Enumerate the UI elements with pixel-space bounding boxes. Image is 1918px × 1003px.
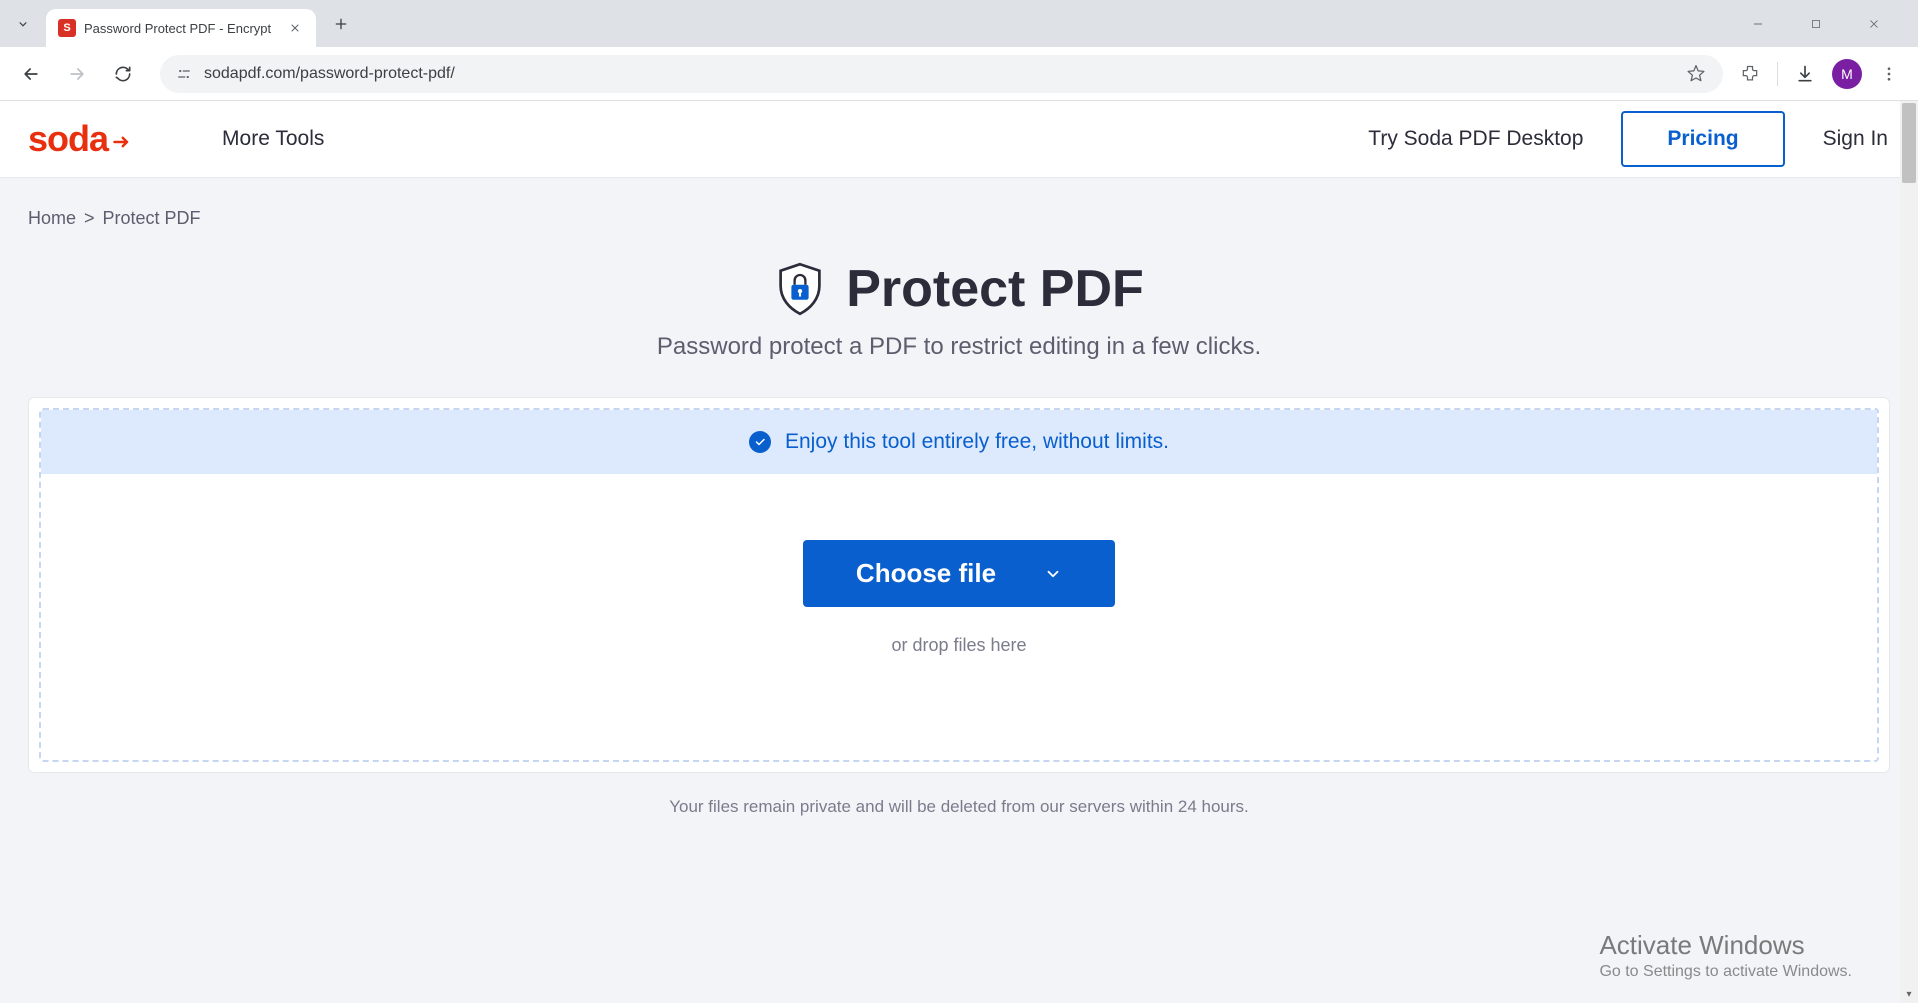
hero-section: Protect PDF Password protect a PDF to re… [28, 259, 1890, 361]
breadcrumb-separator: > [84, 208, 95, 229]
chrome-menu-icon[interactable] [1874, 59, 1904, 89]
page-title: Protect PDF [846, 259, 1144, 319]
breadcrumb-current: Protect PDF [103, 208, 201, 229]
pricing-button[interactable]: Pricing [1621, 111, 1784, 167]
soda-logo[interactable]: soda [28, 118, 134, 160]
privacy-note: Your files remain private and will be de… [28, 797, 1890, 817]
page-subtitle: Password protect a PDF to restrict editi… [28, 333, 1890, 361]
page-body: Home > Protect PDF Protect PDF Password … [0, 178, 1918, 1003]
profile-avatar[interactable]: M [1832, 59, 1862, 89]
watermark-title: Activate Windows [1599, 930, 1852, 961]
watermark-subtitle: Go to Settings to activate Windows. [1599, 963, 1852, 981]
site-settings-icon[interactable] [174, 64, 194, 84]
upload-card: Enjoy this tool entirely free, without l… [28, 397, 1890, 773]
address-bar: sodapdf.com/password-protect-pdf/ M [0, 47, 1918, 101]
forward-button[interactable] [60, 57, 94, 91]
hero-title-row: Protect PDF [28, 259, 1890, 319]
tab-search-dropdown[interactable] [8, 9, 38, 39]
tab-close-button[interactable] [286, 19, 304, 37]
minimize-button[interactable] [1738, 9, 1778, 39]
banner-text: Enjoy this tool entirely free, without l… [785, 430, 1169, 454]
vertical-scrollbar[interactable]: ▾ [1900, 101, 1918, 1003]
back-button[interactable] [14, 57, 48, 91]
maximize-button[interactable] [1796, 9, 1836, 39]
windows-activation-watermark: Activate Windows Go to Settings to activ… [1599, 930, 1852, 981]
scrollbar-down-arrow[interactable]: ▾ [1900, 985, 1918, 1003]
drop-zone[interactable]: Enjoy this tool entirely free, without l… [39, 408, 1879, 762]
breadcrumb: Home > Protect PDF [28, 178, 1890, 229]
tab-favicon: S [58, 19, 76, 37]
url-text: sodapdf.com/password-protect-pdf/ [204, 65, 1673, 83]
browser-tab[interactable]: S Password Protect PDF - Encrypt [46, 9, 316, 47]
choose-file-button[interactable]: Choose file [803, 540, 1115, 607]
downloads-icon[interactable] [1790, 59, 1820, 89]
close-window-button[interactable] [1854, 9, 1894, 39]
browser-chrome: S Password Protect PDF - Encrypt [0, 0, 1918, 101]
more-tools-link[interactable]: More Tools [222, 127, 324, 151]
url-input-container[interactable]: sodapdf.com/password-protect-pdf/ [160, 55, 1723, 93]
tab-title: Password Protect PDF - Encrypt [84, 21, 278, 36]
try-desktop-link[interactable]: Try Soda PDF Desktop [1368, 127, 1583, 151]
upload-area: Choose file or drop files here [41, 474, 1877, 760]
reload-button[interactable] [106, 57, 140, 91]
bookmark-star-icon[interactable] [1683, 61, 1709, 87]
page-content: ▾ soda More Tools Try Soda PDF Desktop P… [0, 101, 1918, 1003]
new-tab-button[interactable] [326, 9, 356, 39]
chevron-down-icon [1044, 565, 1062, 583]
logo-arrow-icon [110, 132, 134, 152]
window-controls [1738, 9, 1910, 39]
tab-bar: S Password Protect PDF - Encrypt [0, 0, 1918, 47]
logo-text: soda [28, 118, 108, 160]
breadcrumb-home[interactable]: Home [28, 208, 76, 229]
drop-files-hint: or drop files here [41, 635, 1877, 656]
shield-lock-icon [774, 261, 826, 317]
sign-in-link[interactable]: Sign In [1823, 127, 1888, 151]
check-circle-icon [749, 431, 771, 453]
site-header: soda More Tools Try Soda PDF Desktop Pri… [0, 101, 1918, 178]
free-banner: Enjoy this tool entirely free, without l… [41, 410, 1877, 474]
header-nav-right: Try Soda PDF Desktop Pricing Sign In [1368, 111, 1888, 167]
extensions-icon[interactable] [1735, 59, 1765, 89]
scrollbar-thumb[interactable] [1902, 103, 1916, 183]
toolbar-divider [1777, 62, 1778, 86]
choose-file-label: Choose file [856, 558, 996, 589]
